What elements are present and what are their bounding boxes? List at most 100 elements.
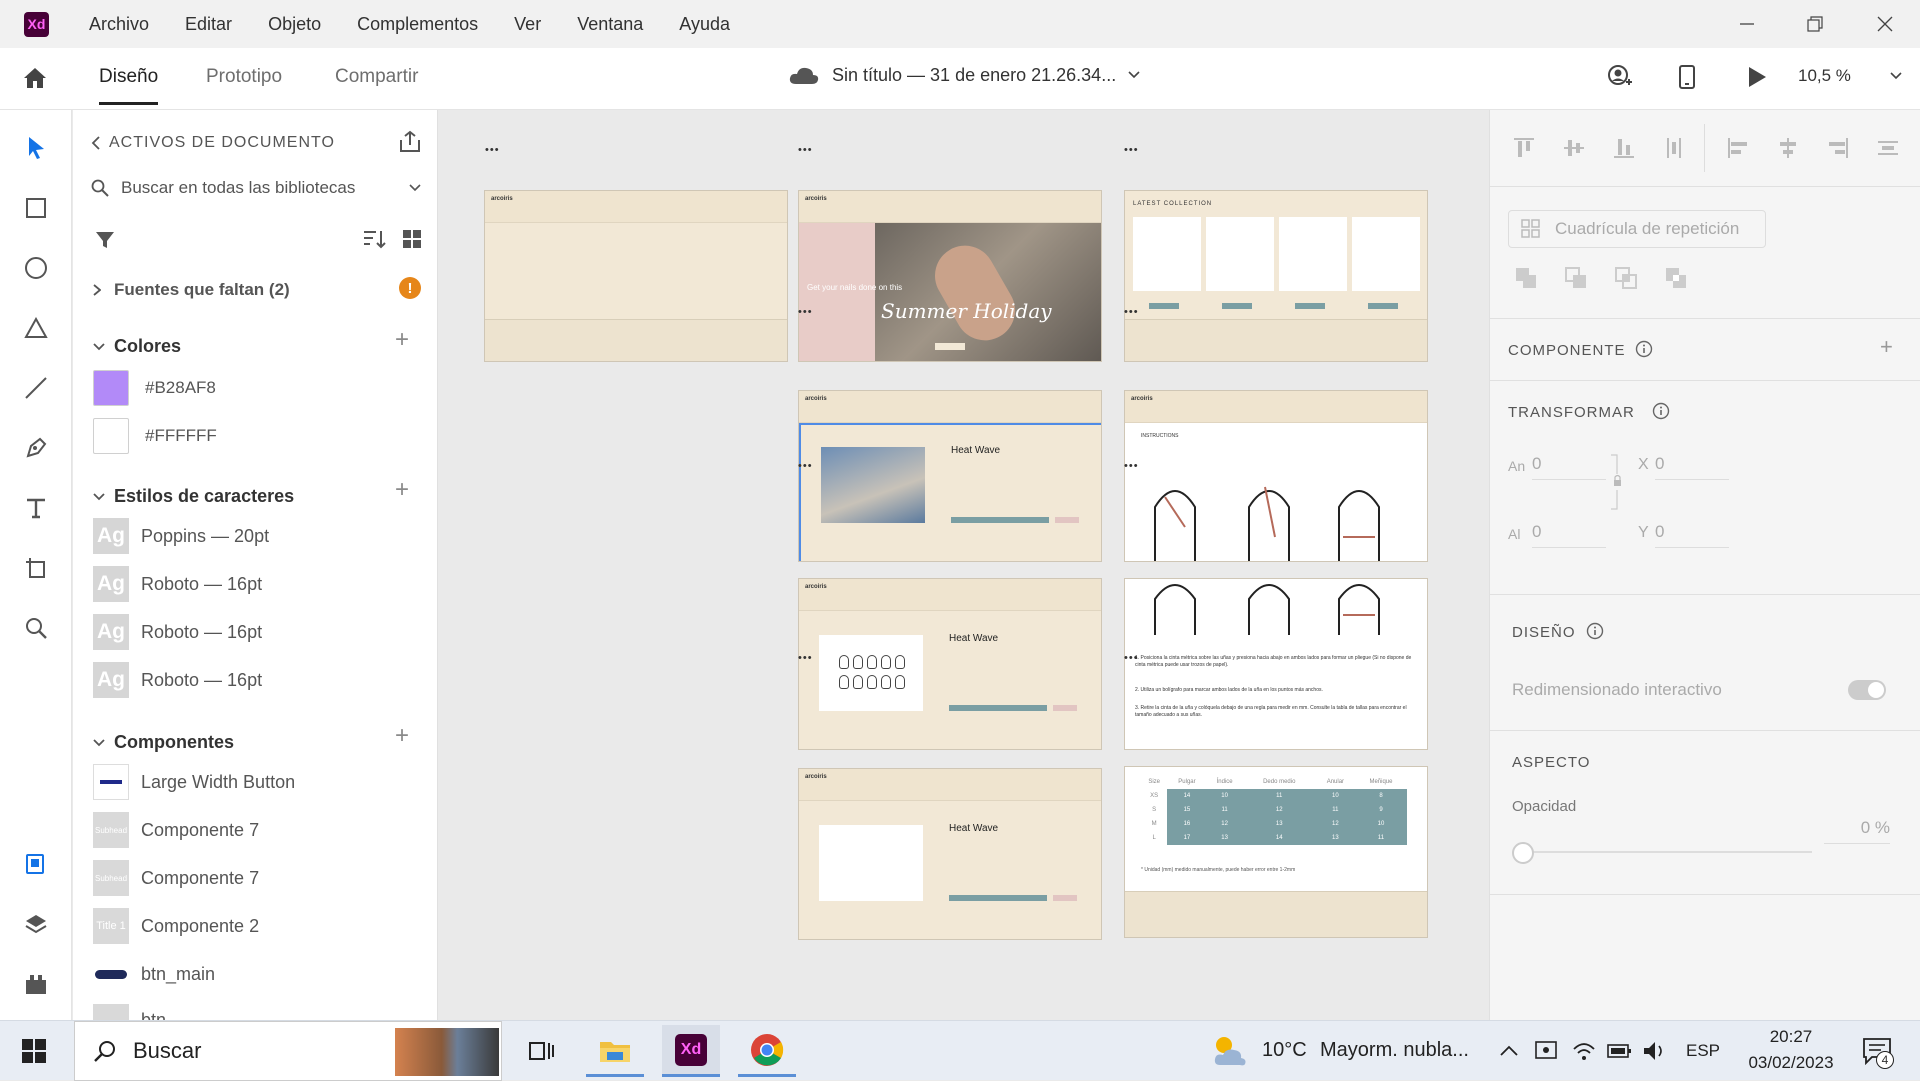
char-style-label[interactable]: Poppins — 20pt xyxy=(141,526,269,547)
artboard-menu-icon[interactable]: ••• xyxy=(1124,460,1139,472)
artboard-menu-icon[interactable]: ••• xyxy=(798,306,813,318)
library-search[interactable]: Buscar en todas las bibliotecas xyxy=(91,170,421,206)
align-center-icon[interactable] xyxy=(1776,136,1800,160)
battery-icon[interactable] xyxy=(1606,1041,1632,1061)
minimize-button[interactable] xyxy=(1712,0,1782,48)
menu-complementos[interactable]: Complementos xyxy=(357,14,478,35)
line-tool[interactable] xyxy=(20,372,52,404)
component-label[interactable]: btn xyxy=(141,1010,166,1020)
artboard-size-table[interactable]: Size Pulgar Índice Dedo medio Anular Meñ… xyxy=(1124,766,1428,938)
component-label[interactable]: Componente 7 xyxy=(141,820,259,841)
char-style-label[interactable]: Roboto — 16pt xyxy=(141,622,262,643)
artboard-hero[interactable]: arcoiris Get your nails done on this Sum… xyxy=(798,190,1102,362)
taskbar-file-explorer[interactable] xyxy=(586,1025,644,1077)
boolean-intersect-icon[interactable] xyxy=(1614,266,1638,290)
task-view-button[interactable] xyxy=(512,1025,570,1077)
distribute-horizontal-icon[interactable] xyxy=(1876,136,1900,160)
notification-center[interactable]: 4 xyxy=(1862,1037,1894,1070)
artboard-menu-icon[interactable]: ••• xyxy=(1124,652,1139,664)
height-field[interactable]: 0 xyxy=(1532,518,1606,548)
design-canvas[interactable]: ••• arcoiris ••• arcoiris Get your nails… xyxy=(439,110,1488,1020)
assets-back-button[interactable]: ACTIVOS DE DOCUMENTO xyxy=(91,134,335,152)
artboard-menu-icon[interactable]: ••• xyxy=(1124,144,1139,156)
layers-panel-button[interactable] xyxy=(20,908,52,940)
taskbar-adobe-xd[interactable]: Xd xyxy=(662,1025,720,1077)
component-label[interactable]: btn_main xyxy=(141,964,215,985)
artboard-instruction-steps[interactable]: 1. Posiciona la cinta métrica sobre las … xyxy=(1124,578,1428,750)
text-tool[interactable] xyxy=(20,492,52,524)
colors-section-toggle[interactable]: Colores xyxy=(93,336,181,357)
boolean-add-icon[interactable] xyxy=(1514,266,1538,290)
menu-archivo[interactable]: Archivo xyxy=(89,14,149,35)
tab-compartir[interactable]: Compartir xyxy=(335,66,418,88)
share-assets-button[interactable] xyxy=(398,130,422,159)
y-field[interactable]: 0 xyxy=(1655,518,1729,548)
play-button[interactable] xyxy=(1747,66,1767,93)
document-title-dropdown[interactable]: Sin título — 31 de enero 21.26.34... xyxy=(788,64,1140,86)
artboard-menu-icon[interactable]: ••• xyxy=(798,460,813,472)
component-label[interactable]: Componente 7 xyxy=(141,868,259,889)
invite-button[interactable] xyxy=(1606,64,1634,95)
distribute-vertical-icon[interactable] xyxy=(1662,136,1686,160)
align-bottom-icon[interactable] xyxy=(1612,136,1636,160)
component-label[interactable]: Large Width Button xyxy=(141,772,295,793)
char-style-label[interactable]: Roboto — 16pt xyxy=(141,574,262,595)
lock-aspect-icon[interactable] xyxy=(1610,454,1624,510)
volume-icon[interactable] xyxy=(1642,1039,1668,1063)
grid-view-button[interactable] xyxy=(402,229,422,254)
boolean-subtract-icon[interactable] xyxy=(1564,266,1588,290)
artboard-product-2[interactable]: arcoiris Heat Wave xyxy=(798,578,1102,750)
chevron-up-icon[interactable] xyxy=(1500,1045,1518,1057)
artboard-menu-icon[interactable]: ••• xyxy=(798,652,813,664)
wifi-icon[interactable] xyxy=(1572,1039,1596,1063)
color-swatch[interactable] xyxy=(93,370,129,406)
artboard-tool[interactable] xyxy=(20,552,52,584)
artboard-collection[interactable]: LATEST COLLECTION xyxy=(1124,190,1428,362)
pen-tool[interactable] xyxy=(20,432,52,464)
language-indicator[interactable]: ESP xyxy=(1686,1041,1720,1061)
assets-panel-button[interactable] xyxy=(20,848,52,880)
home-button[interactable] xyxy=(22,66,48,95)
plugins-panel-button[interactable] xyxy=(20,968,52,1000)
responsive-resize-toggle[interactable] xyxy=(1848,680,1886,700)
search-input[interactable]: Buscar en todas las bibliotecas xyxy=(121,178,409,198)
add-component-plus[interactable]: + xyxy=(1880,334,1893,360)
char-styles-toggle[interactable]: Estilos de caracteres xyxy=(93,486,294,507)
color-swatch[interactable] xyxy=(93,418,129,454)
add-component-button[interactable]: + xyxy=(395,722,409,750)
weather-icon[interactable] xyxy=(1210,1033,1250,1074)
artboard-menu-icon[interactable]: ••• xyxy=(1124,306,1139,318)
opacity-thumb[interactable] xyxy=(1512,842,1534,864)
char-style-label[interactable]: Roboto — 16pt xyxy=(141,670,262,691)
select-tool[interactable] xyxy=(20,132,52,164)
meet-now-icon[interactable] xyxy=(1534,1039,1558,1063)
zoom-dropdown[interactable]: 10,5 % xyxy=(1798,66,1902,86)
repeat-grid-button[interactable]: Cuadrícula de repetición xyxy=(1508,210,1766,248)
selected-group[interactable]: Heat Wave xyxy=(799,423,1101,561)
missing-fonts-section[interactable]: Fuentes que faltan (2) xyxy=(93,280,290,300)
zoom-tool[interactable] xyxy=(20,612,52,644)
opacity-slider[interactable] xyxy=(1512,837,1812,867)
filter-button[interactable] xyxy=(95,230,115,255)
menu-ventana[interactable]: Ventana xyxy=(577,14,643,35)
sort-button[interactable] xyxy=(362,228,386,255)
info-icon[interactable] xyxy=(1652,402,1670,420)
rectangle-tool[interactable] xyxy=(20,192,52,224)
x-field[interactable]: 0 xyxy=(1655,450,1729,480)
restore-button[interactable] xyxy=(1780,0,1850,48)
menu-objeto[interactable]: Objeto xyxy=(268,14,321,35)
align-middle-icon[interactable] xyxy=(1562,136,1586,160)
tab-diseno[interactable]: Diseño xyxy=(99,66,159,105)
menu-ver[interactable]: Ver xyxy=(514,14,541,35)
tab-prototipo[interactable]: Prototipo xyxy=(206,66,282,88)
clock[interactable]: 20:27 03/02/2023 xyxy=(1736,1027,1846,1073)
artboard-product-1[interactable]: arcoiris Heat Wave xyxy=(798,390,1102,562)
align-top-icon[interactable] xyxy=(1512,136,1536,160)
ellipse-tool[interactable] xyxy=(20,252,52,284)
width-field[interactable]: 0 xyxy=(1532,450,1606,480)
close-button[interactable] xyxy=(1850,0,1920,48)
artboard-menu-icon[interactable]: ••• xyxy=(485,144,500,156)
add-color-button[interactable]: + xyxy=(395,326,409,354)
artboard-product-3[interactable]: arcoiris Heat Wave xyxy=(798,768,1102,940)
taskbar-search[interactable]: Buscar xyxy=(74,1021,502,1081)
